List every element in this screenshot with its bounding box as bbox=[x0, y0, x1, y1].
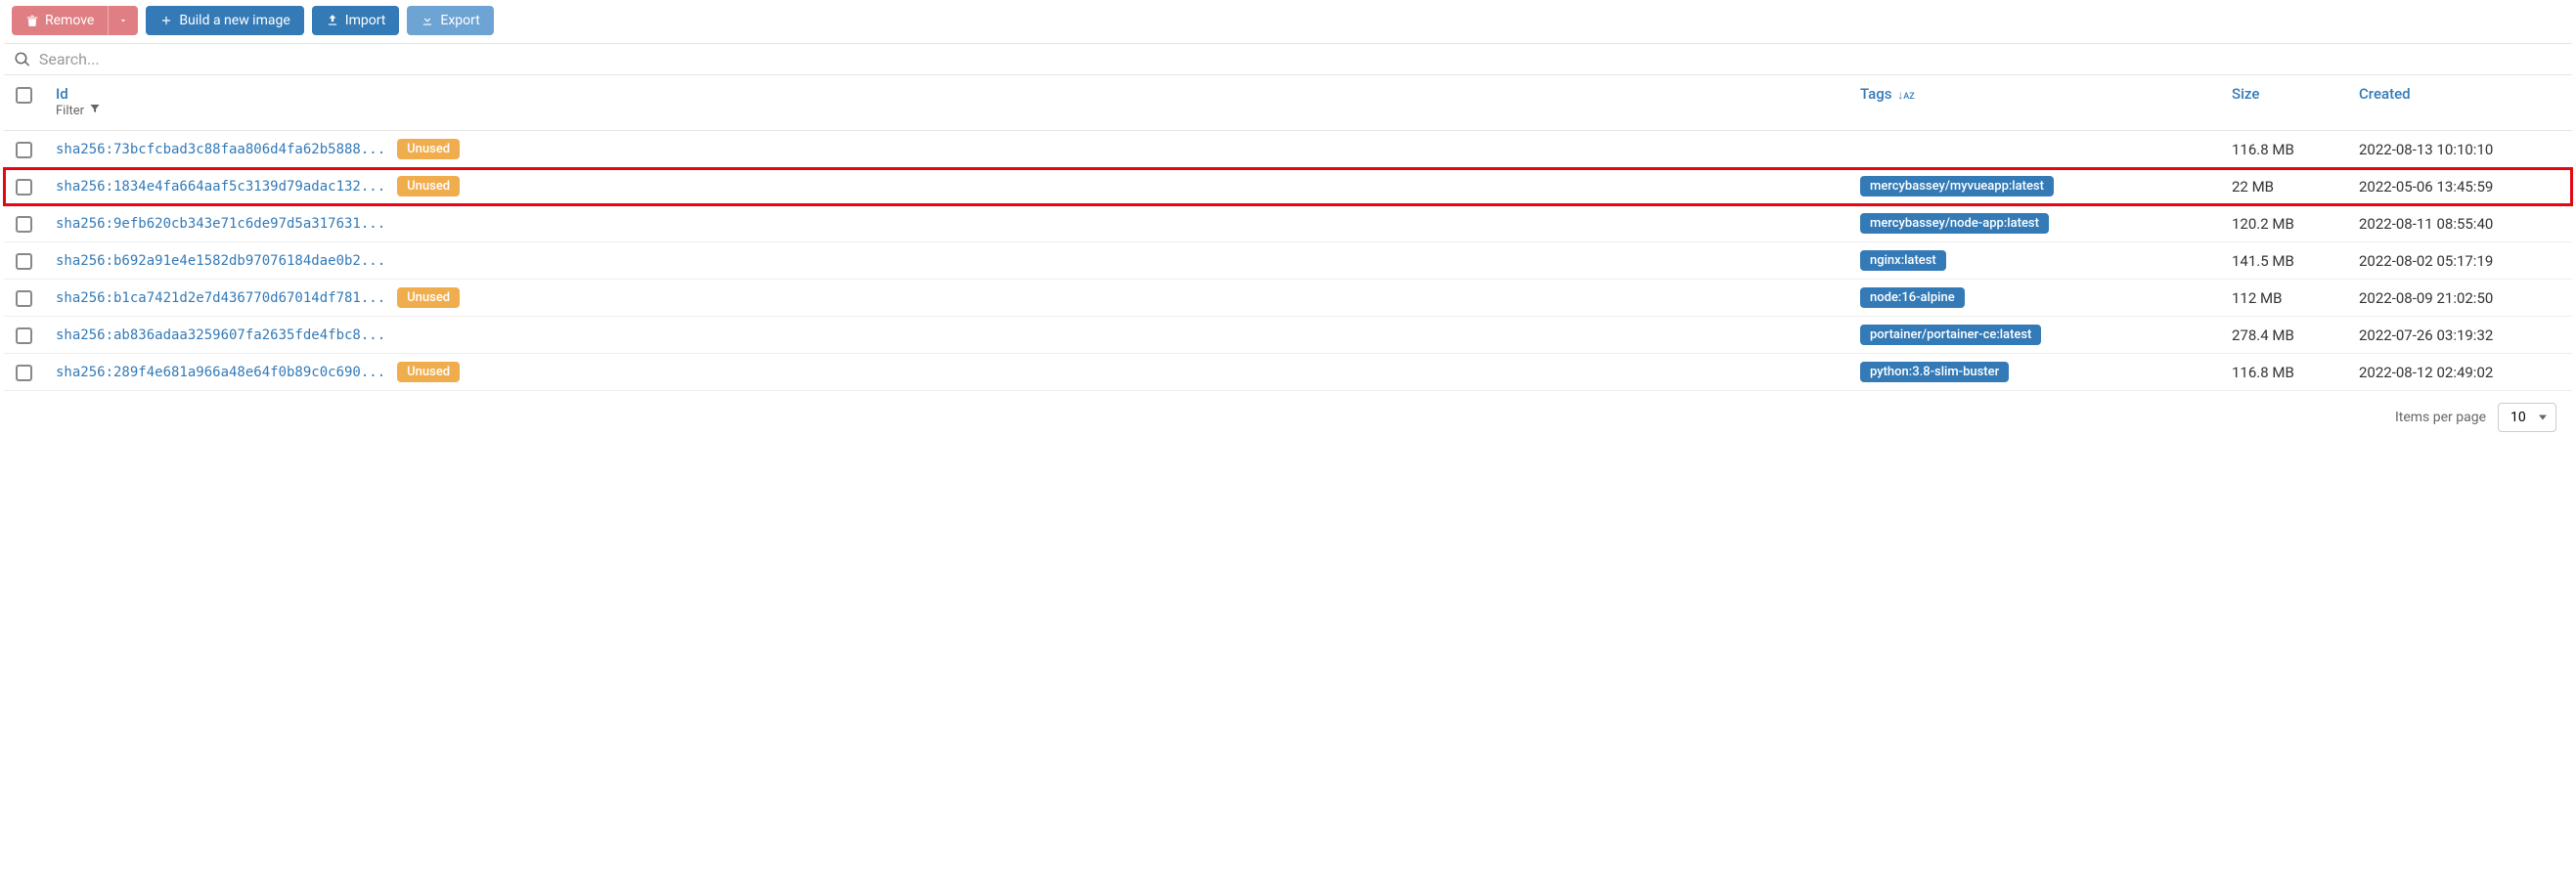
remove-button[interactable]: Remove bbox=[12, 6, 108, 35]
table-row: sha256:b692a91e4e1582db97076184dae0b2...… bbox=[4, 242, 2572, 280]
tag-badge: mercybassey/node-app:latest bbox=[1860, 213, 2049, 234]
image-id-link[interactable]: sha256:1834e4fa664aaf5c3139d79adac132... bbox=[56, 179, 385, 195]
upload-icon bbox=[326, 14, 339, 27]
remove-button-group: Remove bbox=[12, 6, 138, 35]
column-tags-label: Tags bbox=[1860, 85, 1891, 103]
tag-badge: node:16-alpine bbox=[1860, 287, 1965, 308]
filter-icon[interactable] bbox=[89, 103, 101, 114]
created-cell: 2022-05-06 13:45:59 bbox=[2347, 168, 2572, 205]
column-tags[interactable]: Tags ↓AZ bbox=[1848, 75, 2220, 131]
import-button[interactable]: Import bbox=[312, 6, 400, 35]
toolbar: Remove Build a new image Import Export bbox=[4, 4, 2572, 43]
download-icon bbox=[421, 14, 434, 27]
caret-down-icon bbox=[118, 16, 128, 25]
sort-icon: ↓AZ bbox=[1897, 88, 1914, 102]
images-table: Id Filter Tags ↓AZ Size Created sha256:7… bbox=[4, 75, 2572, 391]
size-cell: 141.5 MB bbox=[2220, 242, 2347, 280]
unused-badge: Unused bbox=[397, 176, 460, 196]
remove-dropdown-button[interactable] bbox=[108, 6, 138, 35]
search-input[interactable] bbox=[39, 50, 2562, 68]
created-cell: 2022-08-09 21:02:50 bbox=[2347, 280, 2572, 317]
image-id-link[interactable]: sha256:b1ca7421d2e7d436770d67014df781... bbox=[56, 290, 385, 306]
unused-badge: Unused bbox=[397, 362, 460, 382]
table-row: sha256:ab836adaa3259607fa2635fde4fbc8...… bbox=[4, 317, 2572, 354]
column-created[interactable]: Created bbox=[2347, 75, 2572, 131]
unused-badge: Unused bbox=[397, 139, 460, 159]
size-cell: 116.8 MB bbox=[2220, 354, 2347, 391]
table-row: sha256:1834e4fa664aaf5c3139d79adac132...… bbox=[4, 168, 2572, 205]
tag-badge: nginx:latest bbox=[1860, 250, 1946, 271]
row-checkbox[interactable] bbox=[16, 216, 32, 233]
row-checkbox[interactable] bbox=[16, 327, 32, 344]
tag-badge: mercybassey/myvueapp:latest bbox=[1860, 176, 2054, 196]
size-cell: 22 MB bbox=[2220, 168, 2347, 205]
row-checkbox[interactable] bbox=[16, 142, 32, 158]
image-id-link[interactable]: sha256:9efb620cb343e71c6de97d5a317631... bbox=[56, 216, 385, 232]
table-footer: Items per page 10 bbox=[4, 391, 2572, 444]
image-id-link[interactable]: sha256:73bcfcbad3c88faa806d4fa62b5888... bbox=[56, 142, 385, 157]
table-row: sha256:9efb620cb343e71c6de97d5a317631...… bbox=[4, 205, 2572, 242]
search-row bbox=[4, 43, 2572, 75]
select-all-checkbox[interactable] bbox=[16, 87, 32, 104]
export-label: Export bbox=[440, 13, 479, 28]
unused-badge: Unused bbox=[397, 287, 460, 308]
export-button[interactable]: Export bbox=[407, 6, 493, 35]
table-header-row: Id Filter Tags ↓AZ Size Created bbox=[4, 75, 2572, 131]
trash-icon bbox=[25, 14, 39, 27]
remove-label: Remove bbox=[45, 13, 94, 28]
image-id-link[interactable]: sha256:ab836adaa3259607fa2635fde4fbc8... bbox=[56, 327, 385, 343]
row-checkbox[interactable] bbox=[16, 253, 32, 270]
tag-badge: portainer/portainer-ce:latest bbox=[1860, 325, 2041, 345]
column-size[interactable]: Size bbox=[2220, 75, 2347, 131]
created-cell: 2022-08-11 08:55:40 bbox=[2347, 205, 2572, 242]
row-checkbox[interactable] bbox=[16, 179, 32, 196]
table-row: sha256:289f4e681a966a48e64f0b89c0c690...… bbox=[4, 354, 2572, 391]
table-row: sha256:73bcfcbad3c88faa806d4fa62b5888...… bbox=[4, 131, 2572, 168]
column-created-label: Created bbox=[2359, 85, 2411, 103]
table-row: sha256:b1ca7421d2e7d436770d67014df781...… bbox=[4, 280, 2572, 317]
column-size-label: Size bbox=[2232, 85, 2259, 103]
column-id-label: Id bbox=[56, 85, 1837, 103]
tag-badge: python:3.8-slim-buster bbox=[1860, 362, 2009, 382]
build-image-label: Build a new image bbox=[179, 13, 289, 28]
size-cell: 116.8 MB bbox=[2220, 131, 2347, 168]
size-cell: 112 MB bbox=[2220, 280, 2347, 317]
row-checkbox[interactable] bbox=[16, 365, 32, 381]
search-icon bbox=[14, 51, 31, 68]
import-label: Import bbox=[345, 13, 386, 28]
image-id-link[interactable]: sha256:289f4e681a966a48e64f0b89c0c690... bbox=[56, 365, 385, 380]
row-checkbox[interactable] bbox=[16, 290, 32, 307]
created-cell: 2022-08-13 10:10:10 bbox=[2347, 131, 2572, 168]
created-cell: 2022-08-12 02:49:02 bbox=[2347, 354, 2572, 391]
plus-icon bbox=[159, 14, 173, 27]
filter-label: Filter bbox=[56, 104, 84, 118]
size-cell: 278.4 MB bbox=[2220, 317, 2347, 354]
created-cell: 2022-08-02 05:17:19 bbox=[2347, 242, 2572, 280]
column-id[interactable]: Id Filter bbox=[44, 75, 1848, 131]
image-id-link[interactable]: sha256:b692a91e4e1582db97076184dae0b2... bbox=[56, 253, 385, 269]
items-per-page-label: Items per page bbox=[2395, 410, 2486, 425]
created-cell: 2022-07-26 03:19:32 bbox=[2347, 317, 2572, 354]
items-per-page-select[interactable]: 10 bbox=[2498, 403, 2556, 432]
size-cell: 120.2 MB bbox=[2220, 205, 2347, 242]
build-image-button[interactable]: Build a new image bbox=[146, 6, 303, 35]
